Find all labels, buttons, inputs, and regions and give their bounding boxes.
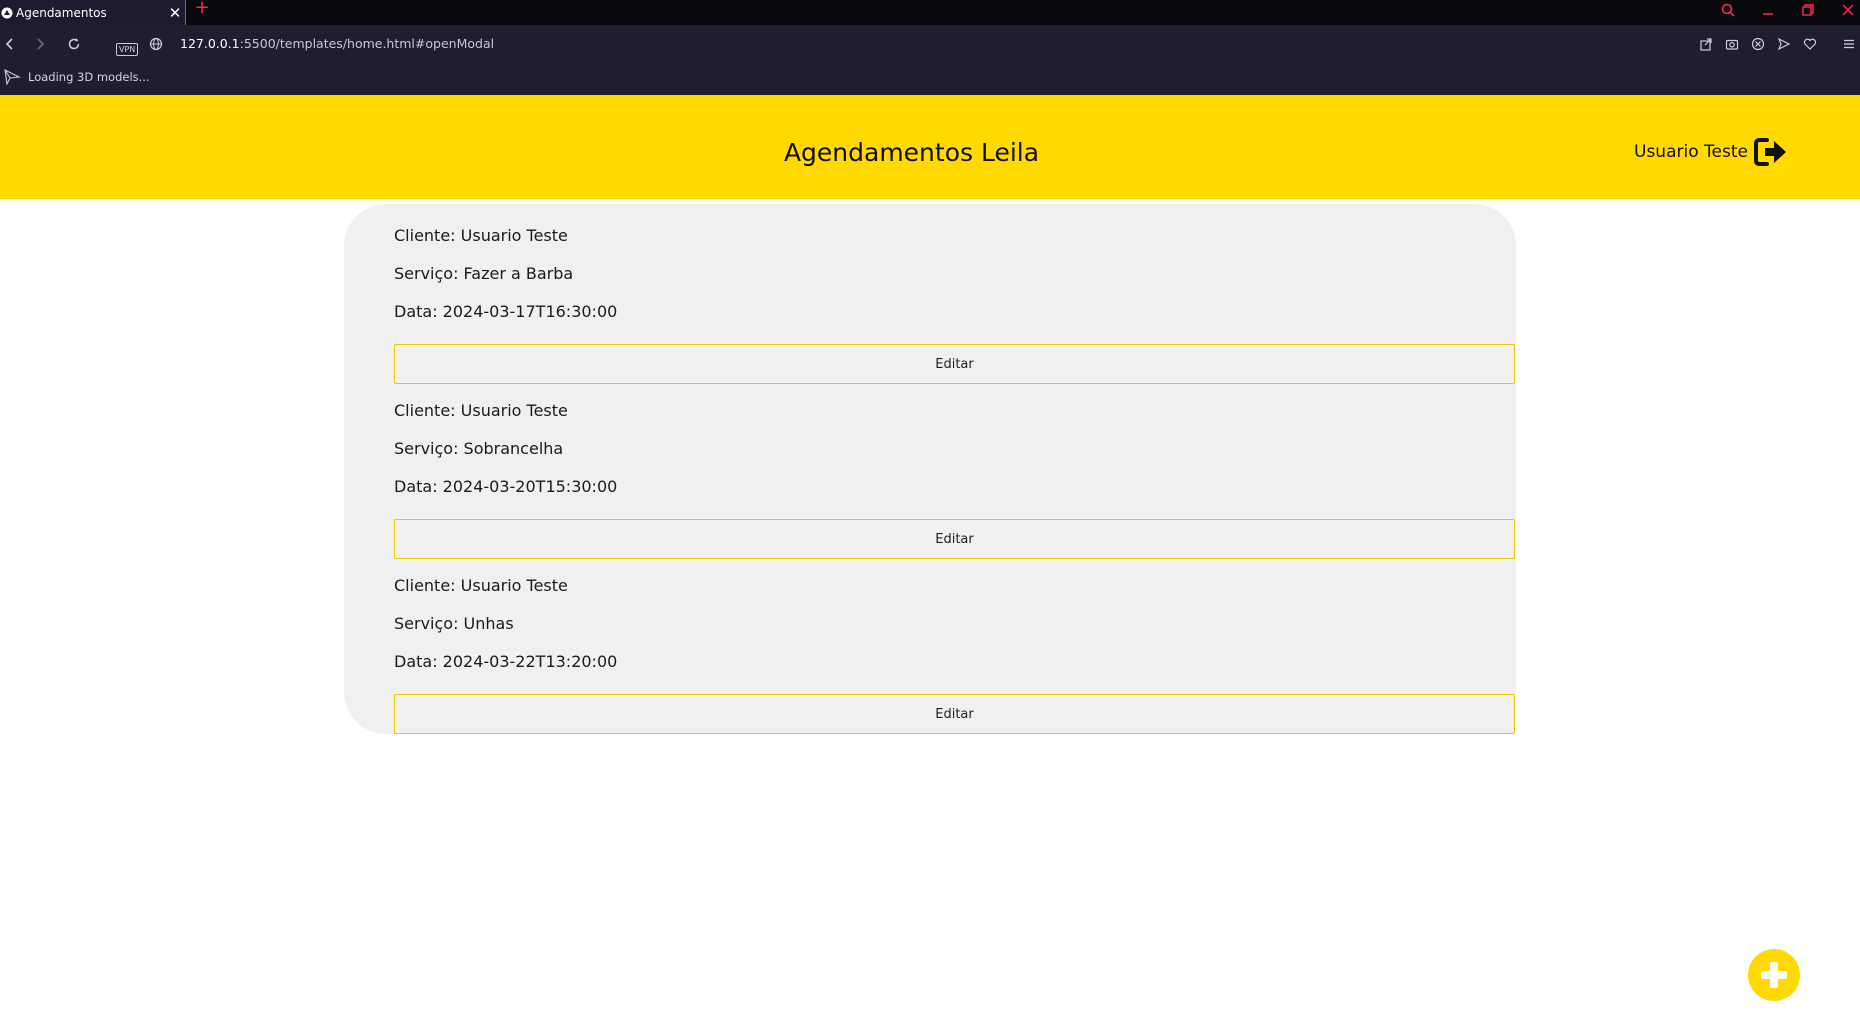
tab-close-icon[interactable]: ✕ [165,4,185,22]
appointment-3-date: Data: 2024-03-22T13:20:00 [394,652,618,671]
heart-icon[interactable] [1801,35,1819,53]
vpn-badge[interactable]: VPN [116,37,139,56]
share-icon[interactable] [1697,35,1715,53]
appointment-3-client: Cliente: Usuario Teste [394,576,568,595]
vpn-label: VPN [116,43,139,56]
appointment-1-edit-button[interactable]: Editar [394,344,1515,384]
new-tab-icon[interactable]: + [193,0,211,18]
loading-status-text: Loading 3D models... [28,70,150,84]
reload-icon[interactable] [64,34,84,54]
user-name: Usuario Teste [1634,142,1748,162]
loading-status-bar [0,65,1860,95]
appointment-1-date: Data: 2024-03-17T16:30:00 [394,302,618,321]
page-title: Agendamentos Leila [783,138,1040,167]
site-info-icon[interactable] [146,34,166,54]
back-icon[interactable] [0,34,20,54]
appointment-2-client: Cliente: Usuario Teste [394,401,568,420]
appointment-1-service: Serviço: Fazer a Barba [394,264,574,283]
appointment-2-service: Serviço: Sobrancelha [394,439,564,458]
search-tabs-icon[interactable] [1713,0,1743,20]
add-appointment-button[interactable] [1748,949,1800,1001]
url-field[interactable]: 127.0.0.1:5500/templates/home.html#openM… [180,36,494,51]
menu-icon[interactable] [1840,35,1858,53]
minimize-icon[interactable] [1753,0,1783,20]
appointment-2-date: Data: 2024-03-20T15:30:00 [394,477,618,496]
close-window-icon[interactable] [1833,0,1860,20]
url-host: 127.0.0.1 [180,36,240,51]
restore-icon[interactable] [1793,0,1823,20]
tab-favicon-icon [1,7,13,18]
appointment-1-client: Cliente: Usuario Teste [394,226,568,245]
browser-tab-bar: Agendamentos ✕ + [0,0,1860,25]
tab-title: Agendamentos [16,5,107,20]
forward-icon[interactable] [30,34,50,54]
loading-3d-icon [4,69,21,85]
logout-icon[interactable] [1754,136,1788,168]
add-icon [1761,962,1787,988]
appointment-2-edit-button[interactable]: Editar [394,519,1515,559]
appointment-3-service: Serviço: Unhas [394,614,514,633]
url-path: :5500/templates/home.html#openModal [239,36,495,51]
send-icon[interactable] [1775,35,1793,53]
camera-icon[interactable] [1723,35,1741,53]
ad-block-icon[interactable] [1749,35,1767,53]
appointment-3-edit-button[interactable]: Editar [394,694,1515,734]
browser-tab[interactable]: Agendamentos ✕ [0,0,186,25]
